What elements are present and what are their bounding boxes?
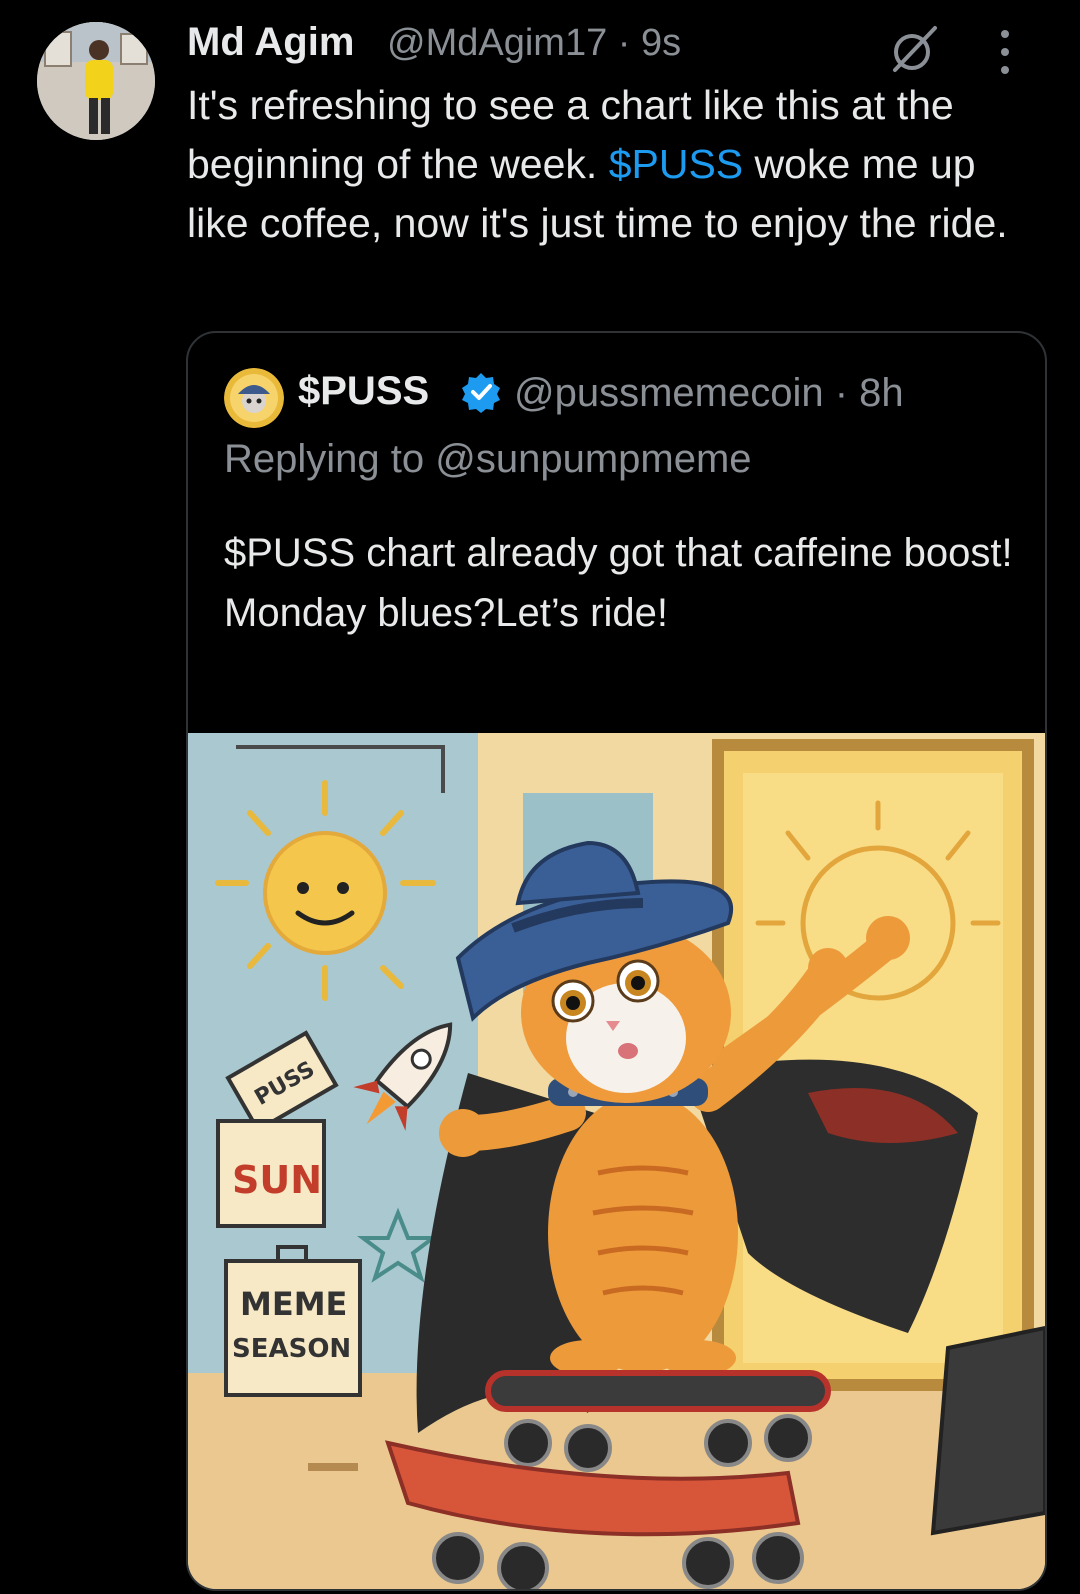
- quote-text: $PUSS chart already got that caffeine bo…: [224, 531, 1013, 635]
- quote-media-image[interactable]: PUSS SUN MEME SEASON: [188, 733, 1045, 1589]
- quote-time[interactable]: 8h: [859, 371, 904, 415]
- author-handle[interactable]: @MdAgim17: [387, 22, 607, 64]
- quote-avatar[interactable]: [224, 368, 284, 428]
- author-name[interactable]: Md Agim: [187, 20, 354, 65]
- separator-dot: ·: [617, 22, 641, 64]
- puss-logo: [224, 368, 284, 428]
- more-icon[interactable]: [995, 26, 1015, 78]
- tweet-time[interactable]: 9s: [641, 22, 681, 64]
- replying-to-label: Replying to: [224, 437, 425, 481]
- replying-to-handle[interactable]: @sunpumpmeme: [435, 437, 751, 481]
- tweet-text: It's refreshing to see a chart like this…: [187, 76, 1037, 253]
- separator-dot: ·: [834, 371, 860, 415]
- author-avatar[interactable]: [37, 22, 155, 140]
- svg-text:MEME: MEME: [240, 1285, 347, 1323]
- quoted-tweet[interactable]: $PUSS @pussmemecoin · 8h Replying to @su…: [186, 331, 1047, 1591]
- grok-icon[interactable]: [887, 22, 943, 78]
- svg-text:SEASON: SEASON: [232, 1334, 351, 1364]
- cashtag-link[interactable]: $PUSS: [609, 141, 743, 187]
- quote-author-handle[interactable]: @pussmemecoin: [514, 371, 824, 415]
- verified-icon: [462, 373, 500, 413]
- author-handle-time[interactable]: @MdAgim17 · 9s: [387, 22, 681, 65]
- quote-author-name[interactable]: $PUSS: [298, 369, 429, 414]
- sun-sign: SUN: [216, 1119, 326, 1228]
- replying-to: Replying to @sunpumpmeme: [224, 437, 752, 482]
- avatar-photo: [37, 22, 155, 140]
- cat-skateboard-illustration: PUSS SUN MEME SEASON: [188, 733, 1045, 1589]
- meme-season-sign: MEME SEASON: [224, 1245, 362, 1397]
- quote-handle-time[interactable]: @pussmemecoin · 8h: [514, 371, 904, 416]
- tweet-header: Md Agim @MdAgim17 · 9s: [187, 18, 1047, 74]
- svg-text:SUN: SUN: [232, 1158, 322, 1202]
